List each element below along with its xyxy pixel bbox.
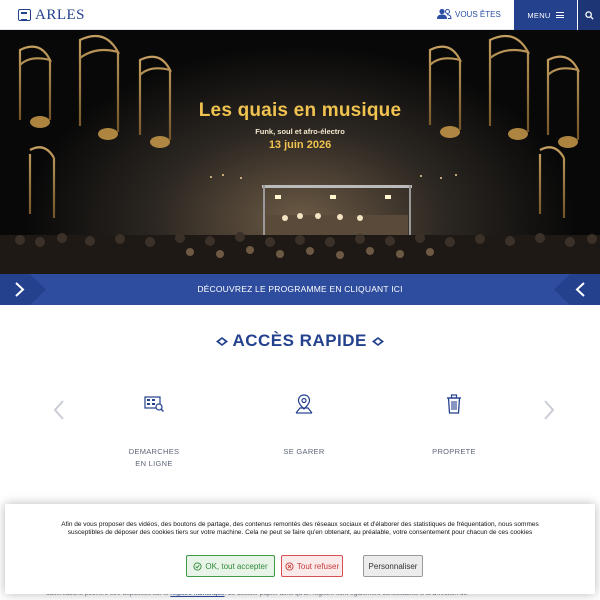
carousel-next-button[interactable] <box>0 274 46 305</box>
logo-text: ARLES <box>35 7 86 23</box>
users-icon <box>437 8 452 19</box>
program-banner-text: DÉCOUVREZ LE PROGRAMME EN CLIQUANT ICI <box>197 284 403 294</box>
menu-button[interactable]: MENU <box>514 0 577 30</box>
refuse-all-cookies-button[interactable]: Tout refuser <box>281 555 343 577</box>
label-line: SE GARER <box>283 447 325 456</box>
diamond-ornament-icon <box>372 337 385 347</box>
quick-access-item-demarches[interactable]: DEMARCHES EN LIGNE <box>94 392 214 470</box>
quick-access-label: SE GARER <box>244 446 364 458</box>
quick-access-label: DEMARCHES EN LIGNE <box>94 446 214 470</box>
trash-icon <box>447 394 461 414</box>
hamburger-icon <box>555 12 564 18</box>
hero-title: Les quais en musique <box>198 100 402 121</box>
quick-access-title: ACCÈS RAPIDE <box>232 331 367 350</box>
hero-date: 13 juin 2026 <box>268 139 332 151</box>
menu-label: MENU <box>527 10 551 20</box>
x-circle-icon <box>285 561 294 571</box>
quick-access-label: PROPRETE <box>394 446 514 458</box>
cookie-consent-banner: Afin de vous proposer des vidéos, des bo… <box>5 504 595 594</box>
quick-access-item-parking[interactable]: SE GARER <box>244 392 364 458</box>
music-notes-pattern <box>0 34 600 274</box>
accept-all-label: OK, tout accepter <box>205 561 268 571</box>
cookie-consent-text: Afin de vous proposer des vidéos, des bo… <box>61 521 539 536</box>
quick-access-prev-arrow[interactable] <box>52 399 66 421</box>
vous-etes-button[interactable]: VOUS ÊTES <box>436 8 501 20</box>
hero-subtitle: Funk, soul et afro-électro <box>255 127 345 136</box>
customize-label: Personnaliser <box>368 561 418 571</box>
quick-access-item-proprete[interactable]: PROPRETE <box>394 392 514 458</box>
diamond-ornament-icon <box>215 337 228 347</box>
vous-etes-label: VOUS ÊTES <box>455 9 501 19</box>
parking-location-icon <box>295 394 313 414</box>
label-line: DEMARCHES <box>128 447 180 456</box>
accept-all-cookies-button[interactable]: OK, tout accepter <box>186 555 275 577</box>
hero-banner[interactable]: Les quais en musique Funk, soul et afro-… <box>0 30 600 274</box>
label-line: EN LIGNE <box>135 459 173 468</box>
site-header: ARLES VOUS ÊTES MENU <box>0 0 600 30</box>
quick-access-heading: ACCÈS RAPIDE <box>0 331 600 351</box>
customize-cookies-button[interactable]: Personnaliser <box>363 555 423 577</box>
label-line: PROPRETE <box>432 447 476 456</box>
search-button[interactable] <box>578 0 600 30</box>
program-banner[interactable]: DÉCOUVREZ LE PROGRAMME EN CLIQUANT ICI <box>0 274 600 305</box>
carousel-prev-button[interactable] <box>554 274 600 305</box>
search-icon <box>584 10 594 20</box>
quick-access-next-arrow[interactable] <box>542 399 556 421</box>
online-procedures-icon <box>144 396 164 412</box>
arles-logo[interactable]: ARLES <box>18 7 86 23</box>
refuse-all-label: Tout refuser <box>296 561 340 571</box>
arles-emblem-icon <box>18 9 31 21</box>
check-circle-icon <box>193 561 202 571</box>
